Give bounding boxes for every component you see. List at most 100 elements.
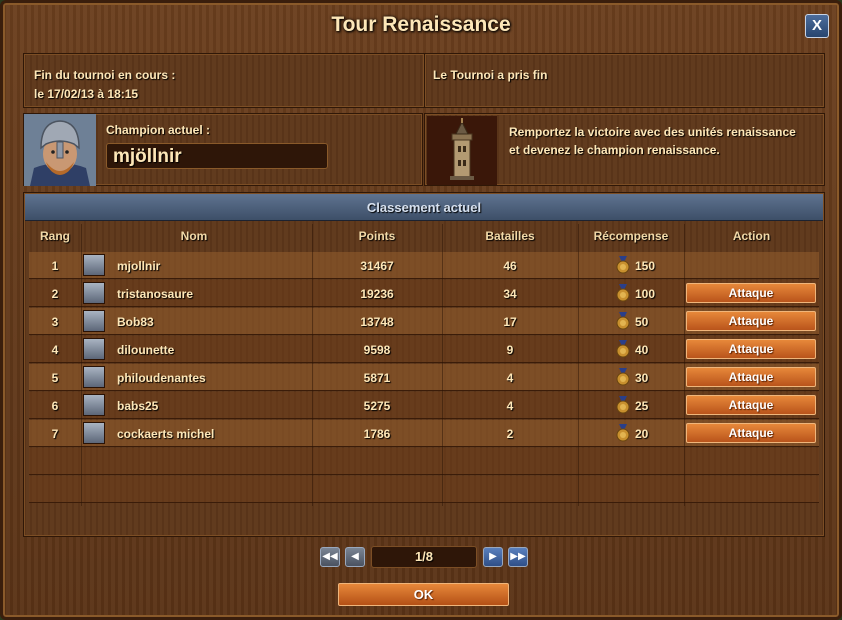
attack-button[interactable]: Attaque [686, 367, 816, 387]
prev-page-button[interactable]: ◀ [345, 547, 365, 567]
reward-cell: 150 [635, 259, 656, 273]
medal-icon [616, 284, 630, 302]
battles-cell: 2 [506, 427, 514, 441]
close-button[interactable]: X [805, 14, 829, 38]
player-avatar [83, 394, 105, 416]
player-avatar [83, 282, 105, 304]
tournament-end-panel: Fin du tournoi en cours : le 17/02/13 à … [23, 53, 425, 108]
column-divider [578, 224, 579, 506]
points-cell: 5871 [363, 371, 391, 385]
battles-cell: 9 [506, 343, 514, 357]
battles-cell: 4 [506, 371, 514, 385]
points-cell: 9598 [363, 343, 391, 357]
next-page-button[interactable]: ▶ [483, 547, 503, 567]
tournament-status: Le Tournoi a pris fin [433, 68, 548, 82]
ok-button[interactable]: OK [338, 583, 509, 606]
rank-cell: 7 [51, 427, 59, 441]
battles-cell: 17 [503, 315, 517, 329]
player-name[interactable]: mjollnir [117, 259, 160, 273]
reward-cell: 100 [635, 287, 656, 301]
champion-name: mjöllnir [106, 143, 328, 169]
title-bar: Tour Renaissance X [3, 3, 839, 47]
tournament-end-label: Fin du tournoi en cours : [34, 68, 176, 82]
table-row: 7 cockaerts michel 1786 2 20 Attaque [29, 420, 819, 447]
table-row: 2 tristanosaure 19236 34 100 Attaque [29, 280, 819, 307]
chevron-left-icon: ◀ [351, 551, 359, 562]
player-avatar [83, 366, 105, 388]
points-cell: 13748 [360, 315, 394, 329]
col-header-battles: Batailles [485, 229, 535, 243]
attack-button[interactable]: Attaque [686, 423, 816, 443]
tournament-status-panel: Le Tournoi a pris fin [424, 53, 825, 108]
medal-icon [616, 368, 630, 386]
player-avatar [83, 422, 105, 444]
rank-cell: 6 [51, 399, 59, 413]
last-page-button[interactable]: ▶▶ [508, 547, 528, 567]
player-name[interactable]: philoudenantes [117, 371, 206, 385]
tournament-window: Tour Renaissance X Fin du tournoi en cou… [0, 0, 842, 620]
champion-panel: Champion actuel : mjöllnir [23, 113, 423, 186]
reward-cell: 50 [635, 315, 649, 329]
attack-button[interactable]: Attaque [686, 339, 816, 359]
player-avatar [83, 338, 105, 360]
column-divider [312, 224, 313, 506]
rank-cell: 2 [51, 287, 59, 301]
medal-icon [616, 396, 630, 414]
pagination: ◀◀ ◀ 1/8 ▶ ▶▶ [3, 546, 839, 570]
attack-button[interactable]: Attaque [686, 311, 816, 331]
promo-panel: Remportez la victoire avec des unités re… [424, 113, 825, 186]
ranking-columns: Rang Nom Points Batailles Récompense Act… [29, 224, 819, 246]
reward-cell: 20 [635, 427, 649, 441]
reward-cell: 40 [635, 343, 649, 357]
table-row: 1 mjollnir 31467 46 150 [29, 252, 819, 279]
battles-cell: 4 [506, 399, 514, 413]
player-name[interactable]: dilounette [117, 343, 174, 357]
attack-button[interactable]: Attaque [686, 395, 816, 415]
double-chevron-right-icon: ▶▶ [510, 551, 526, 562]
chevron-right-icon: ▶ [489, 551, 497, 562]
rank-cell: 4 [51, 343, 59, 357]
ranking-title: Classement actuel [366, 200, 482, 215]
attack-button[interactable]: Attaque [686, 283, 816, 303]
points-cell: 5275 [363, 399, 391, 413]
medal-icon [616, 424, 630, 442]
points-cell: 31467 [360, 259, 394, 273]
battles-cell: 34 [503, 287, 517, 301]
ranking-panel: Classement actuel Rang Nom Points Batail… [23, 192, 825, 537]
player-name[interactable]: tristanosaure [117, 287, 193, 301]
window-title: Tour Renaissance [331, 13, 511, 36]
medal-icon [616, 312, 630, 330]
rank-cell: 1 [51, 259, 59, 273]
reward-cell: 25 [635, 399, 649, 413]
player-name[interactable]: babs25 [117, 399, 158, 413]
medal-icon [616, 340, 630, 358]
tournament-end-date: le 17/02/13 à 18:15 [34, 87, 139, 101]
rank-cell: 3 [51, 315, 59, 329]
medal-icon [616, 256, 630, 274]
first-page-button[interactable]: ◀◀ [320, 547, 340, 567]
player-name[interactable]: Bob83 [117, 315, 154, 329]
champion-label: Champion actuel : [106, 123, 211, 137]
battles-cell: 46 [503, 259, 517, 273]
col-header-points: Points [358, 229, 396, 243]
page-indicator: 1/8 [371, 546, 477, 568]
rank-cell: 5 [51, 371, 59, 385]
column-divider [81, 224, 82, 506]
promo-text: Remportez la victoire avec des unités re… [509, 125, 796, 157]
points-cell: 1786 [363, 427, 391, 441]
column-divider [684, 224, 685, 506]
points-cell: 19236 [360, 287, 394, 301]
table-row: 6 babs25 5275 4 25 Attaque [29, 392, 819, 419]
empty-row [29, 448, 819, 475]
col-header-rank: Rang [40, 229, 70, 243]
table-row: 3 Bob83 13748 17 50 Attaque [29, 308, 819, 335]
col-header-reward: Récompense [593, 229, 669, 243]
column-divider [442, 224, 443, 506]
reward-cell: 30 [635, 371, 649, 385]
empty-row [29, 476, 819, 503]
double-chevron-left-icon: ◀◀ [322, 551, 338, 562]
table-row: 4 dilounette 9598 9 40 Attaque [29, 336, 819, 363]
table-row: 5 philoudenantes 5871 4 30 Attaque [29, 364, 819, 391]
tower-icon [427, 116, 497, 185]
player-name[interactable]: cockaerts michel [117, 427, 214, 441]
